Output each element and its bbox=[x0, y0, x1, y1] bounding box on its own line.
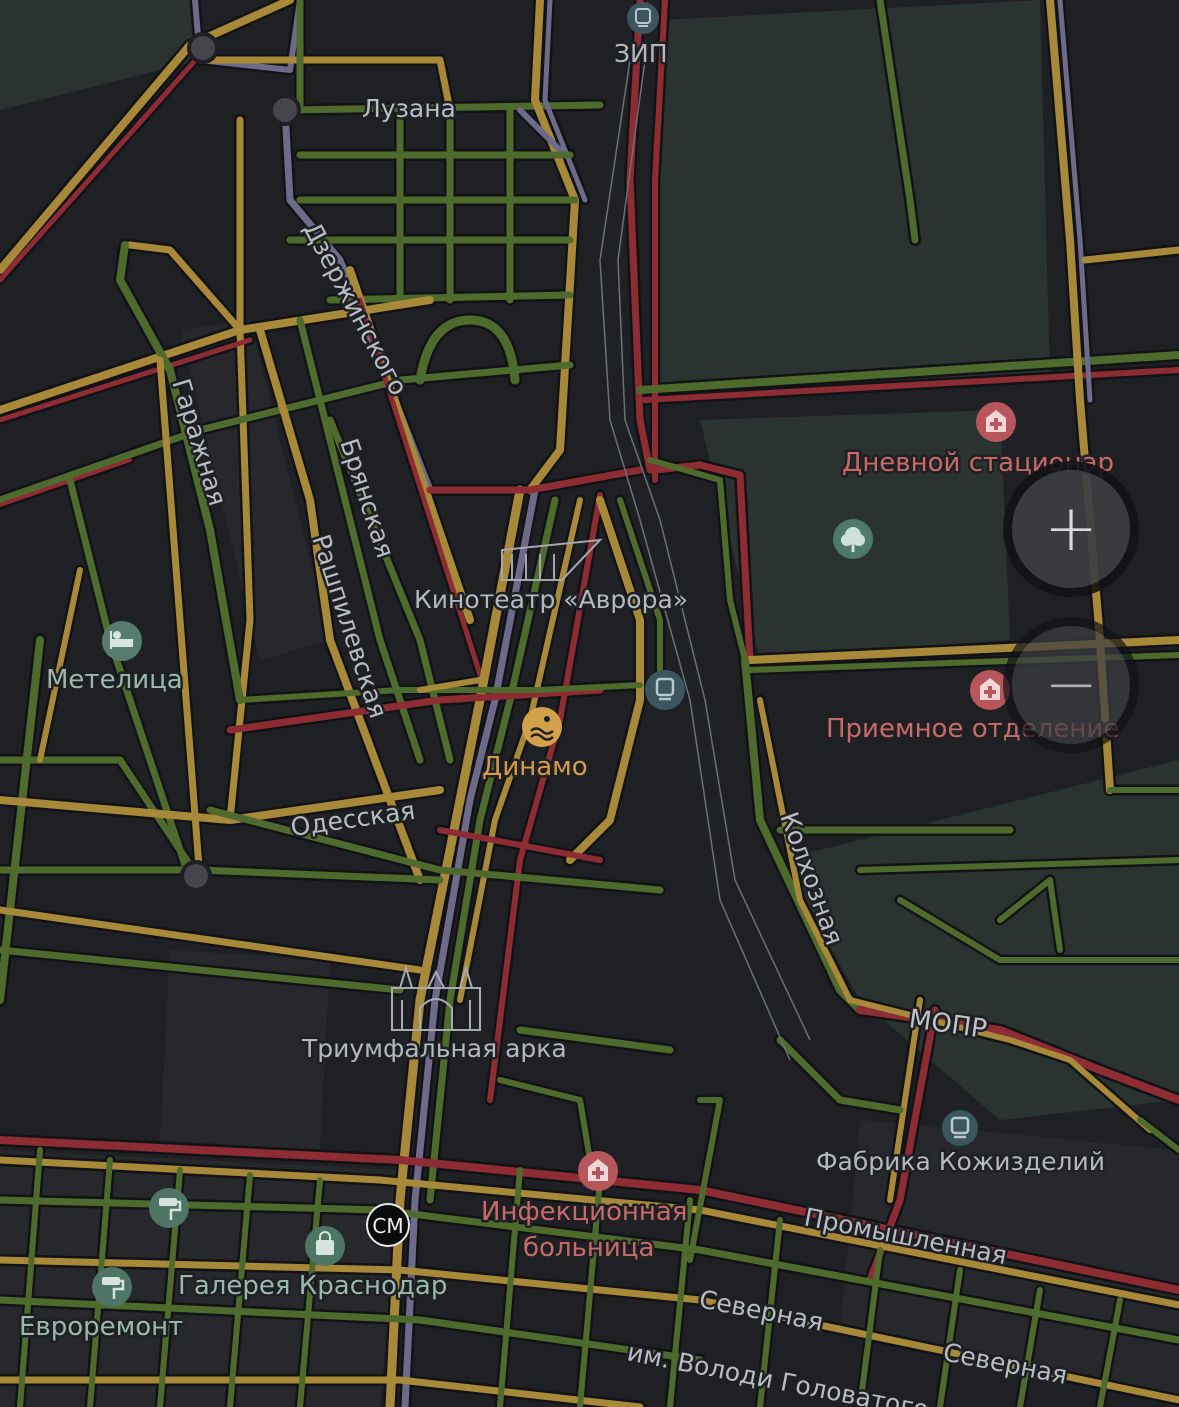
roundabout-0 bbox=[269, 94, 301, 126]
poi-label-kinoteatr: Кинотеатр «Аврора» bbox=[414, 585, 688, 614]
plus-icon: + bbox=[1044, 492, 1098, 566]
roundabout-1 bbox=[180, 860, 212, 892]
traffic-map[interactable]: Лузана Дзержинского Гаражная Брянская Ра… bbox=[0, 0, 1179, 1407]
minus-icon: − bbox=[1044, 648, 1098, 722]
poi-paint-shop[interactable] bbox=[149, 1188, 189, 1228]
shopping-bag-icon bbox=[305, 1226, 345, 1266]
swimming-icon bbox=[522, 707, 562, 747]
poi-label-metelitsa: Метелица bbox=[46, 665, 183, 695]
poi-tram-stop[interactable] bbox=[645, 670, 685, 710]
roundabout-2 bbox=[187, 32, 219, 64]
hospital-icon bbox=[976, 402, 1016, 442]
poi-label-dynamo: Динамо bbox=[482, 752, 588, 782]
poi-label-zip: ЗИП bbox=[614, 39, 668, 68]
hospital-icon bbox=[970, 670, 1010, 710]
poi-label-infektsionnaya-2: больница bbox=[523, 1233, 654, 1263]
street-label-luzana: Лузана bbox=[362, 94, 456, 123]
poi-label-triumfalnaya: Триумфальная арка bbox=[301, 1034, 567, 1063]
tram-icon bbox=[627, 2, 659, 34]
hotel-icon bbox=[102, 621, 142, 661]
zoom-out-button[interactable]: − bbox=[1012, 626, 1130, 744]
tram-icon bbox=[942, 1110, 978, 1146]
tram-icon bbox=[645, 670, 685, 710]
poi-label-fabrika: Фабрика Кожизделий bbox=[816, 1147, 1105, 1176]
paint-roller-icon bbox=[92, 1267, 132, 1307]
poi-sm[interactable]: СМ bbox=[366, 1203, 410, 1247]
poi-label-sm: СМ bbox=[372, 1214, 403, 1238]
poi-park[interactable] bbox=[833, 519, 873, 559]
paint-roller-icon bbox=[149, 1188, 189, 1228]
poi-label-infektsionnaya-1: Инфекционная bbox=[481, 1197, 687, 1227]
poi-label-galereya: Галерея Краснодар bbox=[178, 1271, 447, 1301]
poi-label-evroremont: Евроремонт bbox=[19, 1312, 183, 1342]
park-icon bbox=[833, 519, 873, 559]
zoom-in-button[interactable]: + bbox=[1012, 470, 1130, 588]
hospital-icon bbox=[578, 1151, 618, 1191]
